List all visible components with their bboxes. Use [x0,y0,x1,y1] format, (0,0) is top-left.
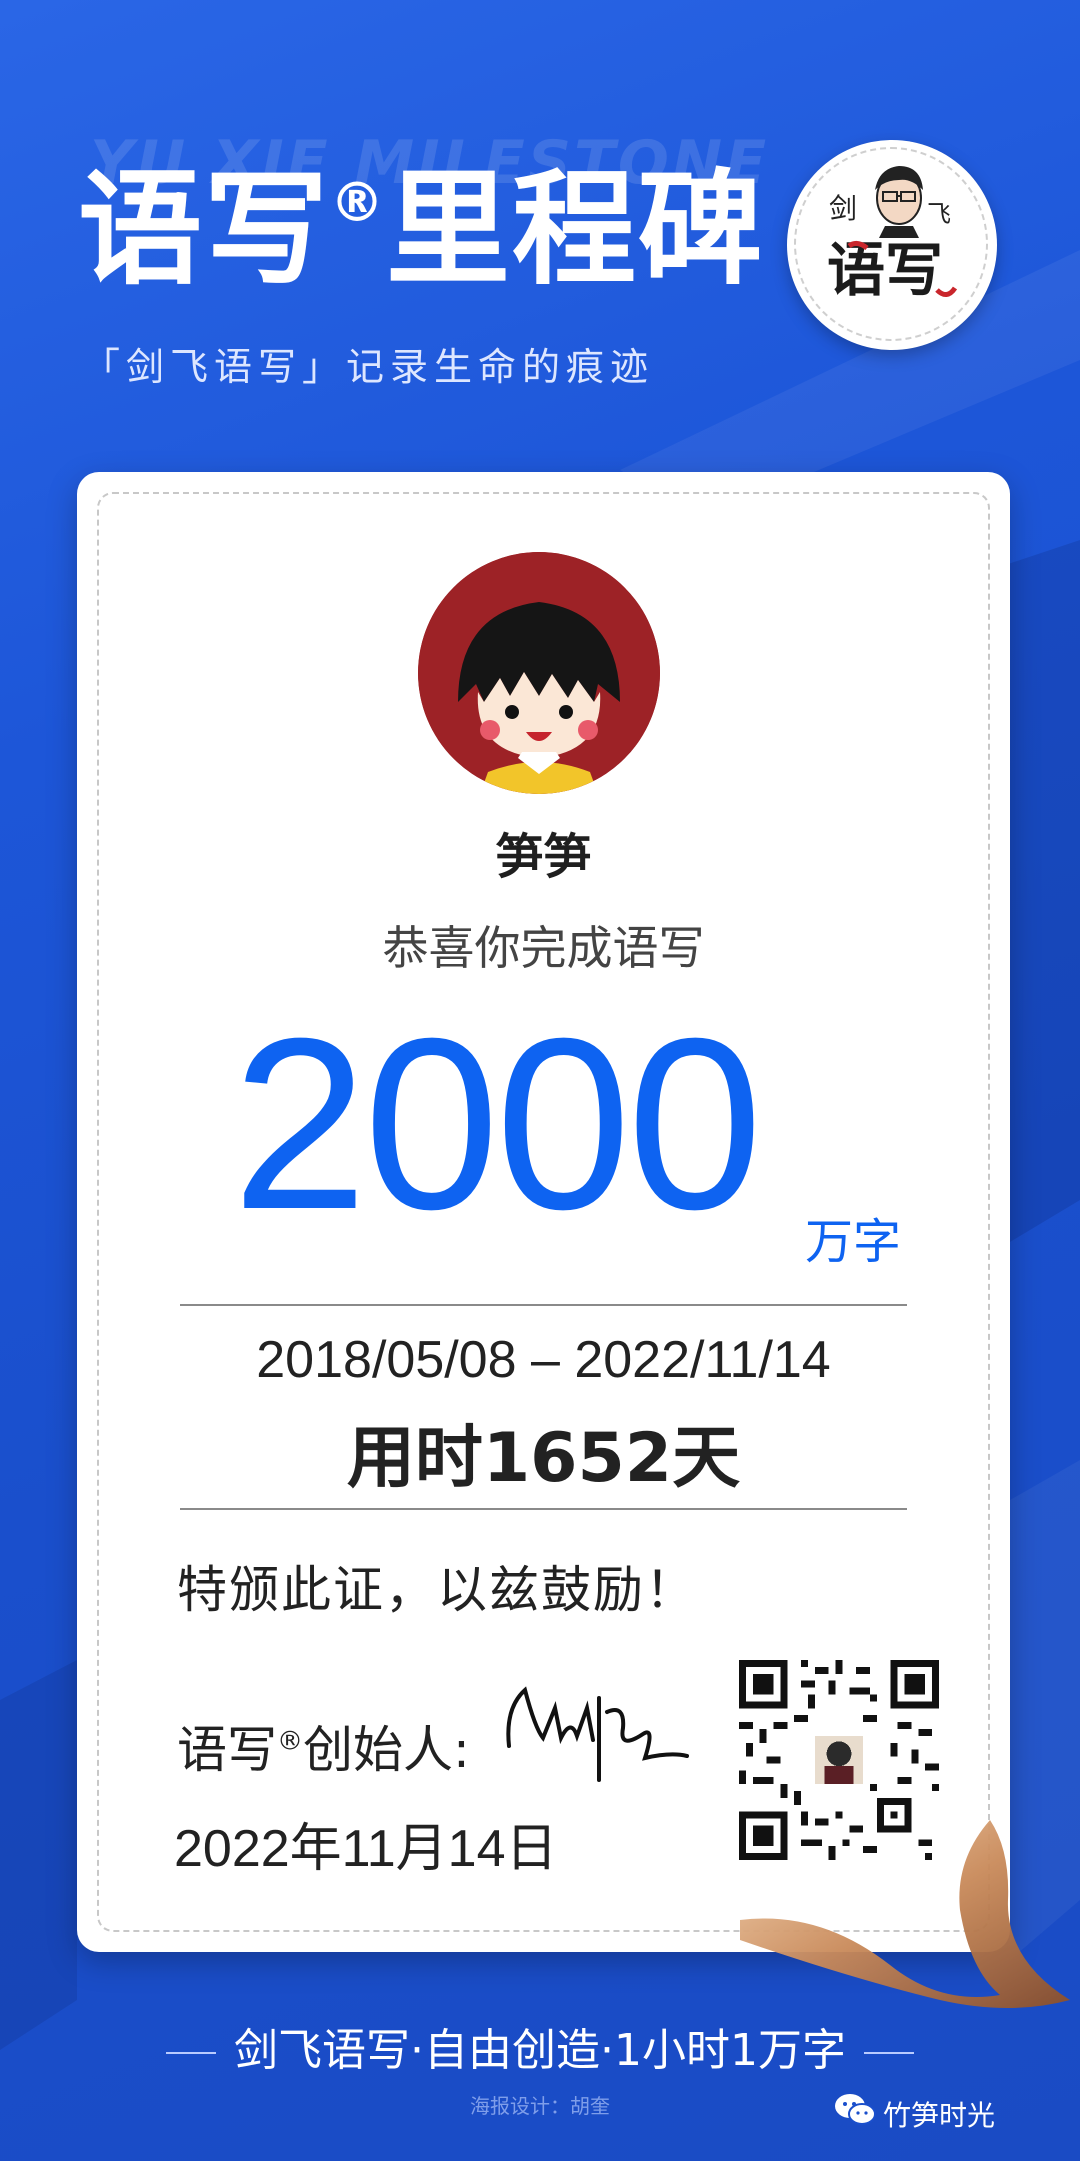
issue-date: 2022年11月14日 [174,1820,558,1878]
divider-bottom [180,1508,907,1510]
svg-text:剑: 剑 [829,192,857,225]
congrats-text: 恭喜你完成语写 [382,921,705,975]
date-range: 2018/05/08 – 2022/11/14 [256,1331,831,1389]
founder-signature [506,1686,689,1782]
poster-subtitle: 「剑飞语写」记录生命的痕迹 [82,345,655,389]
word-count: 2000 [232,987,763,1260]
divider-top [180,1304,907,1306]
founder-label: 语写®创始人: [177,1721,470,1779]
word-count-unit: 万字 [805,1214,902,1270]
duration: 用时1652天 [346,1419,741,1498]
svg-text:语写: 语写 [827,236,943,304]
user-name: 笋笋 [495,829,592,885]
poster-title: 语写®里程碑 [78,158,765,302]
footer-slogan: 剑飞语写·自由创造·1小时1万字 [0,2014,1080,2078]
wechat-account-name: 竹笋时光 [883,2099,996,2132]
svg-text:飞: 飞 [927,200,951,228]
brand-logo: 剑 飞 语写 [787,140,997,350]
certificate-card: 笋笋 恭喜你完成语写 2000 万字 2018/05/08 – 2022/11/… [77,472,1010,1952]
ribbon-decoration [740,1820,1070,2008]
wechat-account: 竹笋时光 [835,2094,996,2134]
wechat-icon [835,2094,876,2125]
avatar [418,552,660,794]
award-text: 特颁此证，以兹鼓励！ [177,1561,697,1619]
